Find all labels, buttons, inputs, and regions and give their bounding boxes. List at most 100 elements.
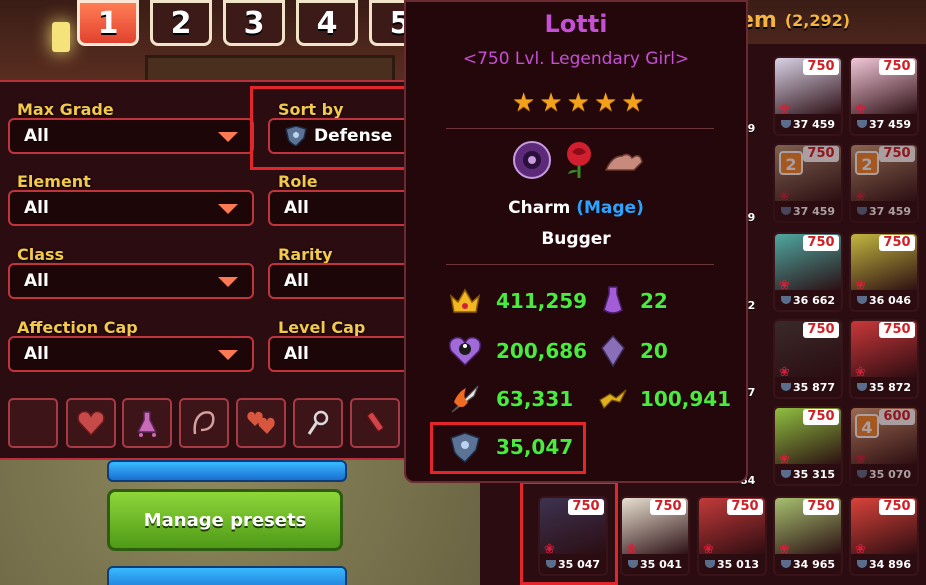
star-rating: ★ ★ ★ ★ ★: [512, 90, 645, 116]
element-label: Element: [17, 172, 91, 191]
blue-button-bottom[interactable]: [107, 566, 347, 585]
girl-card[interactable]: 750 ❀ 2 37 459: [773, 143, 843, 223]
role-filter-empty-button[interactable]: [8, 398, 58, 448]
preset-tab-2[interactable]: 2: [150, 0, 212, 46]
manage-presets-button[interactable]: Manage presets: [107, 489, 343, 551]
defense-value: 34 896: [868, 557, 912, 571]
defense-value: 37 459: [792, 204, 836, 218]
girl-card[interactable]: 750 ❀ 34 896: [849, 496, 919, 576]
card-defense: 37 459: [851, 201, 917, 221]
defense-value: 35 872: [868, 380, 912, 394]
card-defense: 35 041: [622, 554, 688, 574]
level-badge: 750: [650, 499, 686, 515]
ego-value: 411,259: [496, 289, 588, 313]
level-badge: 750: [803, 409, 839, 425]
girl-card[interactable]: 750 ❀ 37 459: [773, 56, 843, 136]
harem-header: em (2,292): [735, 0, 926, 40]
defense-value: 37 459: [792, 117, 836, 131]
heart-icon[interactable]: [66, 398, 116, 448]
preset-tab-1[interactable]: 1: [77, 0, 139, 46]
defense-value: 35 013: [716, 557, 760, 571]
level-badge: 750: [879, 499, 915, 515]
chevron-down-icon: [218, 277, 238, 287]
girl-card[interactable]: 750 ❀ 36 662: [773, 232, 843, 312]
shield-icon: [856, 120, 867, 128]
girl-name: Lotti: [544, 10, 608, 38]
rose-icon: [567, 142, 591, 178]
shield-icon: [780, 470, 791, 478]
level-badge: 750: [879, 322, 915, 338]
hearts-icon[interactable]: [236, 398, 286, 448]
shield-icon: [856, 560, 867, 568]
girl-card[interactable]: 750 ❀ 34 965: [773, 496, 843, 576]
harmony-value: 200,686: [496, 339, 588, 363]
shield-icon: [627, 560, 638, 568]
level-cap-select[interactable]: All: [268, 336, 418, 372]
level-badge: 750: [803, 499, 839, 515]
magnifier-icon[interactable]: [293, 398, 343, 448]
role-select[interactable]: All: [268, 190, 418, 226]
preset-tab-4[interactable]: 4: [296, 0, 358, 46]
girl-subtitle: <750 Lvl. Legendary Girl>: [462, 49, 690, 69]
card-defense: 36 662: [775, 290, 841, 310]
speed-icon: [599, 389, 627, 410]
potion-splash-icon[interactable]: [122, 398, 172, 448]
element-value: All: [24, 198, 49, 218]
max-grade-select[interactable]: All: [8, 118, 254, 154]
defense-value: 34 965: [792, 557, 836, 571]
level-badge: 750: [803, 235, 839, 251]
shield-icon: [856, 383, 867, 391]
girl-class: Charm (Mage): [406, 198, 746, 218]
shield-icon: [780, 207, 791, 215]
level-badge: 750: [727, 499, 763, 515]
card-defense: 35 070: [851, 464, 917, 484]
rarity-select[interactable]: All: [268, 263, 418, 299]
preset-tab-3[interactable]: 3: [223, 0, 285, 46]
class-select[interactable]: All: [8, 263, 254, 299]
girl-card[interactable]: 750 ❀ 35 315: [773, 406, 843, 486]
level-badge: 600: [879, 409, 915, 425]
affection-cap-label: Affection Cap: [17, 318, 138, 337]
lamp: [52, 22, 70, 52]
affection-cap-select[interactable]: All: [8, 336, 254, 372]
shield-icon: [856, 296, 867, 304]
girl-card[interactable]: 750 ❀ 36 046: [849, 232, 919, 312]
card-defense: 34 965: [775, 554, 841, 574]
syringe-icon[interactable]: [350, 398, 400, 448]
defense-value: 36 662: [792, 293, 836, 307]
blue-button-top[interactable]: [107, 460, 347, 482]
star-icon: ★: [621, 88, 645, 118]
harmony-heart-icon: [448, 336, 482, 367]
affection-cap-value: All: [24, 344, 49, 364]
girl-card[interactable]: 750 ❀ 2 37 459: [849, 143, 919, 223]
card-defense: 36 046: [851, 290, 917, 310]
element-eye-icon: [513, 141, 551, 179]
level-cap-label: Level Cap: [278, 318, 366, 337]
girl-card[interactable]: 750 ❀ 35 877: [773, 319, 843, 399]
shield-icon: [780, 560, 791, 568]
card-defense: 37 459: [775, 201, 841, 221]
girl-card[interactable]: 750 ❀ 35 872: [849, 319, 919, 399]
level-cap-value: All: [284, 344, 309, 364]
role-value: All: [284, 198, 309, 218]
star-icon: ★: [512, 88, 536, 118]
crown-icon: [449, 288, 481, 313]
card-defense: 35 315: [775, 464, 841, 484]
level-badge: 750: [879, 235, 915, 251]
whip-icon[interactable]: [179, 398, 229, 448]
attack-icon: [451, 385, 479, 413]
role-name: (Mage): [576, 198, 644, 218]
girl-trait: Bugger: [541, 229, 611, 249]
girl-card[interactable]: 750 ❀ 37 459: [849, 56, 919, 136]
mana-crystal-value: 20: [640, 339, 668, 363]
mana-crystal-icon: [601, 334, 625, 368]
element-select[interactable]: All: [8, 190, 254, 226]
max-grade-value: All: [24, 126, 49, 146]
star-icon: ★: [593, 88, 618, 118]
rarity-label: Rarity: [278, 245, 333, 264]
shield-icon: [780, 296, 791, 304]
girl-card[interactable]: 750 ❀ 35 041: [620, 496, 690, 576]
girl-card[interactable]: 600 ❀ 4 35 070: [849, 406, 919, 486]
girl-card[interactable]: 750 ❀ 35 013: [697, 496, 767, 576]
defense-stat-highlight: [430, 422, 586, 474]
